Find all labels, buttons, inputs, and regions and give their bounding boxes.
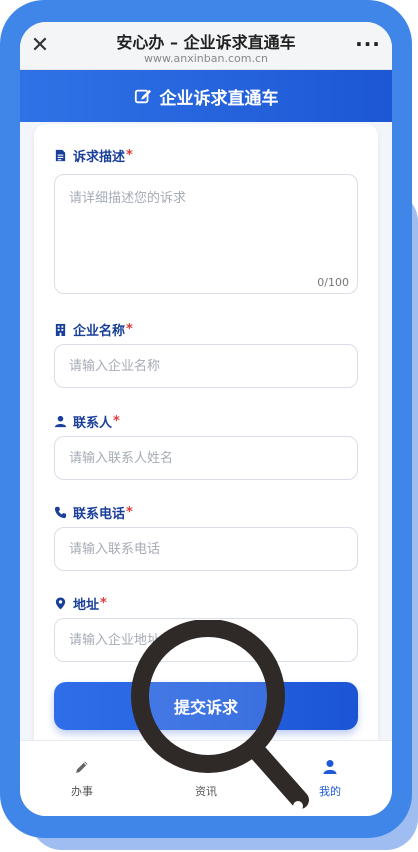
description-label-text: 诉求描述 — [73, 150, 126, 165]
app-header: 企业诉求直通车 — [20, 70, 392, 122]
contact-label: 联系人 * — [54, 412, 120, 431]
close-icon[interactable]: ✕ — [28, 34, 52, 58]
location-pin-icon — [55, 597, 66, 610]
required-mark: * — [126, 322, 133, 337]
edit-icon — [134, 89, 151, 104]
more-icon[interactable]: ··· — [354, 34, 382, 58]
required-mark: * — [100, 596, 107, 611]
phone-label-text: 联系电话 — [73, 507, 126, 522]
description-field: 0/100 — [54, 174, 358, 294]
company-name-input[interactable] — [54, 344, 358, 388]
browser-bar: ✕ 安心办 – 企业诉求直通车 www.anxinban.com.cn ··· — [20, 22, 392, 70]
bottom-tabbar: 办事 资讯 我的 — [20, 740, 392, 816]
tab-label: 我的 — [319, 784, 341, 798]
tab-label: 资讯 — [195, 784, 217, 798]
page-title: 企业诉求直通车 — [159, 88, 279, 109]
phone-label: 联系电话 * — [54, 503, 133, 522]
company-label: 企业名称 * — [54, 320, 133, 339]
complaint-form: 诉求描述* 0/100 企业名称* — [34, 124, 378, 764]
address-label-text: 地址 — [73, 598, 100, 613]
required-mark: * — [126, 148, 133, 163]
browser-url: www.anxinban.com.cn — [144, 52, 268, 65]
user-icon — [54, 415, 67, 428]
contact-name-input[interactable] — [54, 436, 358, 480]
description-input[interactable] — [55, 175, 357, 293]
phone-icon — [54, 506, 67, 519]
phone-screen: ✕ 安心办 – 企业诉求直通车 www.anxinban.com.cn ··· … — [20, 22, 392, 816]
device-frame: ✕ 安心办 – 企业诉求直通车 www.anxinban.com.cn ··· … — [0, 0, 412, 838]
description-label: 诉求描述 * — [54, 146, 133, 165]
pencil-icon — [76, 761, 88, 773]
tab-banshi[interactable]: 办事 — [20, 741, 144, 816]
tab-wode[interactable]: 我的 — [268, 741, 392, 816]
submit-button[interactable]: 提交诉求 — [54, 682, 358, 730]
building-icon — [55, 323, 66, 336]
char-counter: 0/100 — [317, 276, 349, 289]
address-input[interactable] — [54, 618, 358, 662]
tab-zixun[interactable]: 资讯 — [144, 741, 268, 816]
address-label: 地址 * — [54, 594, 107, 613]
browser-title: 安心办 – 企业诉求直通车 — [116, 33, 296, 52]
document-icon — [55, 149, 66, 162]
phone-input[interactable] — [54, 527, 358, 571]
user-icon — [323, 759, 337, 774]
contact-label-text: 联系人 — [73, 416, 113, 431]
tab-label: 办事 — [71, 784, 93, 798]
required-mark: * — [113, 414, 120, 429]
required-mark: * — [126, 505, 133, 520]
company-label-text: 企业名称 — [73, 324, 126, 339]
